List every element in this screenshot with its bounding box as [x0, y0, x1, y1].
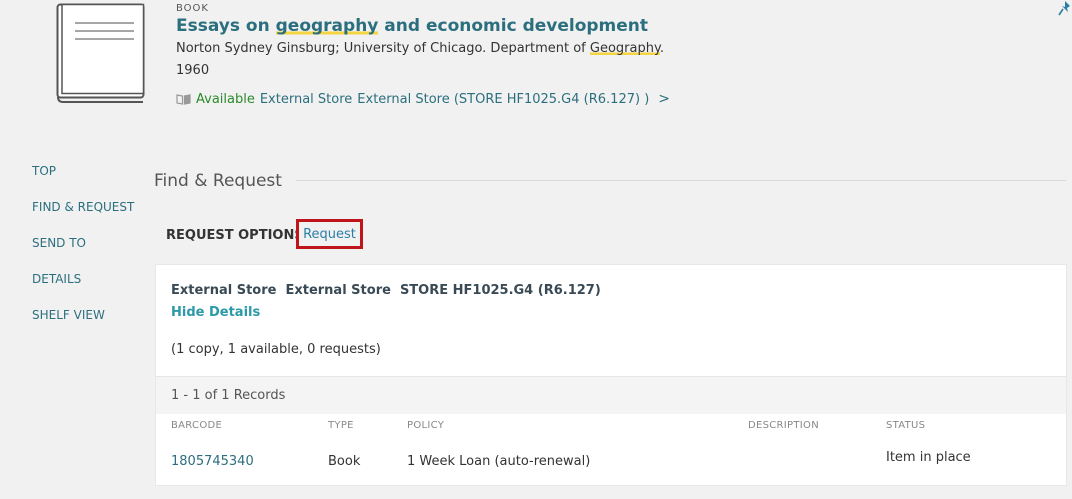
records-bar: 1 - 1 of 1 Records [156, 376, 1066, 414]
open-book-icon [176, 94, 191, 105]
request-options-label: REQUEST OPTIONS: [166, 228, 309, 243]
availability-status: Available [196, 91, 255, 107]
holding-location: External Store [285, 283, 391, 298]
item-policy: 1 Week Loan (auto-renewal) [407, 454, 591, 469]
nav-send-to[interactable]: SEND TO [32, 234, 134, 270]
holding-panel: External Store External Store STORE HF1025… [155, 264, 1067, 486]
copies-summary: (1 copy, 1 available, 0 requests) [171, 342, 381, 357]
book-cover-icon [56, 3, 145, 103]
col-description: DESCRIPTION [748, 420, 819, 431]
nav-shelf-view[interactable]: SHELF VIEW [32, 306, 134, 342]
col-barcode: BARCODE [171, 420, 223, 431]
item-barcode[interactable]: 1805745340 [171, 454, 254, 469]
availability-detail[interactable]: External Store (STORE HF1025.G4 (R6.127)… [357, 92, 649, 107]
record-type: BOOK [176, 3, 209, 14]
nav-top[interactable]: TOP [32, 162, 134, 198]
col-status: STATUS [886, 420, 926, 431]
section-nav: TOP FIND & REQUEST SEND TO DETAILS SHELF… [32, 162, 134, 342]
nav-details[interactable]: DETAILS [32, 270, 134, 306]
availability-location[interactable]: External Store [260, 92, 352, 107]
holding-heading: External Store External Store STORE HF1025… [171, 283, 610, 298]
section-divider [296, 180, 1066, 181]
availability-line[interactable]: Available External Store External Store … [176, 91, 670, 107]
item-status: Item in place [886, 450, 971, 465]
section-title: Find & Request [154, 171, 282, 191]
holding-call-number: STORE HF1025.G4 (R6.127) [399, 283, 601, 298]
record-title[interactable]: Essays on geography and economic develop… [176, 16, 648, 36]
records-count: 1 - 1 of 1 Records [171, 388, 286, 403]
nav-find-request[interactable]: FIND & REQUEST [32, 198, 134, 234]
record-authors: Norton Sydney Ginsburg; University of Ch… [176, 41, 664, 56]
record-year: 1960 [176, 63, 210, 78]
col-policy: POLICY [407, 420, 445, 431]
chevron-right-icon[interactable]: > [658, 91, 670, 107]
col-type: TYPE [328, 420, 354, 431]
pin-icon[interactable] [1058, 0, 1072, 16]
hide-details-link[interactable]: Hide Details [171, 305, 260, 320]
holding-library: External Store [171, 283, 277, 298]
request-button[interactable]: Request [296, 219, 363, 249]
item-type: Book [328, 454, 361, 469]
